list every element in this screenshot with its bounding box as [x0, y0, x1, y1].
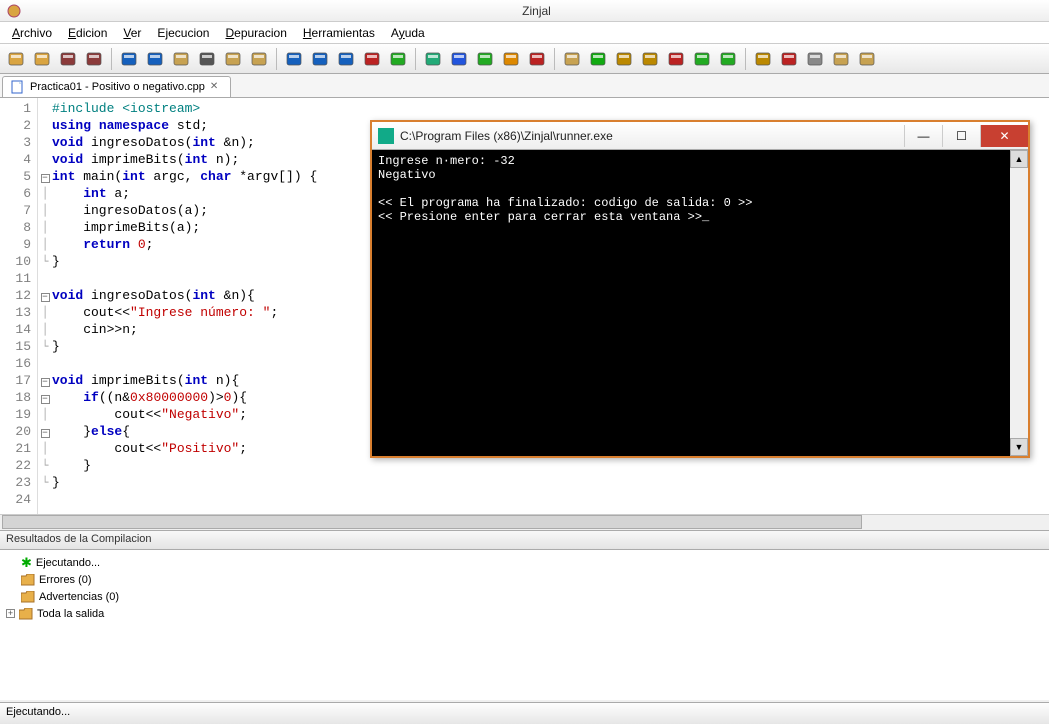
menu-ejecucion[interactable]: Ejecucion	[149, 24, 217, 42]
results-panel: ✱ Ejecutando... Errores (0) Advertencias (0…	[0, 550, 1049, 700]
console-minimize-button[interactable]: —	[904, 125, 942, 147]
results-row[interactable]: Advertencias (0)	[6, 588, 1043, 605]
console-icon	[378, 128, 394, 144]
tab-file[interactable]: Practica01 - Positivo o negativo.cpp ✕	[2, 76, 231, 97]
tab-close-icon[interactable]: ✕	[210, 81, 222, 93]
save-all-icon[interactable]	[82, 47, 106, 71]
cut-icon[interactable]	[195, 47, 219, 71]
copy-icon[interactable]	[169, 47, 193, 71]
menu-archivo[interactable]: Archivo	[4, 24, 60, 42]
window-titlebar: Zinjal	[0, 0, 1049, 22]
menu-edicion[interactable]: Edicion	[60, 24, 115, 42]
mail-icon[interactable]	[829, 47, 853, 71]
template-icon[interactable]	[560, 47, 584, 71]
scroll-up-icon[interactable]: ▲	[1010, 150, 1028, 168]
hash-icon[interactable]	[421, 47, 445, 71]
results-row[interactable]: Errores (0)	[6, 571, 1043, 588]
book-green-icon[interactable]	[386, 47, 410, 71]
console-titlebar[interactable]: C:\Program Files (x86)\Zinjal\runner.exe…	[372, 122, 1028, 150]
running-icon: ✱	[21, 555, 32, 571]
console-maximize-button[interactable]: ☐	[942, 125, 980, 147]
results-label: Advertencias (0)	[39, 591, 119, 603]
undo-icon[interactable]	[117, 47, 141, 71]
scroll-down-icon[interactable]: ▼	[1010, 438, 1028, 456]
app-icon	[6, 3, 22, 19]
tab-label: Practica01 - Positivo o negativo.cpp	[30, 81, 205, 93]
folder-icon	[21, 591, 35, 603]
books-blue-icon[interactable]	[447, 47, 471, 71]
settings-icon[interactable]	[803, 47, 827, 71]
save-file-icon[interactable]	[56, 47, 80, 71]
console-output[interactable]: Ingrese n·mero: -32 Negativo << El progr…	[372, 150, 1010, 456]
help-icon[interactable]	[855, 47, 879, 71]
menubar: ArchivoEdicionVerEjecucionDepuracionHerr…	[0, 22, 1049, 44]
folder-icon	[21, 574, 35, 586]
window-title: Zinjal	[30, 4, 1043, 18]
menu-depuracion[interactable]: Depuracion	[217, 24, 294, 42]
statusbar: Ejecutando...	[0, 702, 1049, 724]
results-panel-title: Resultados de la Compilacion	[0, 530, 1049, 550]
editor-hscrollbar[interactable]	[0, 514, 1049, 530]
books-red-icon[interactable]	[525, 47, 549, 71]
menu-ayuda[interactable]: Ayuda	[383, 24, 433, 42]
books-orange-icon[interactable]	[499, 47, 523, 71]
run-icon[interactable]	[586, 47, 610, 71]
cpp-file-icon	[11, 80, 25, 94]
new-file-icon[interactable]	[4, 47, 28, 71]
console-close-button[interactable]: ✕	[980, 125, 1028, 147]
debug-icon[interactable]	[612, 47, 636, 71]
paste-icon[interactable]	[221, 47, 245, 71]
results-label: Toda la salida	[37, 608, 104, 620]
console-title-text: C:\Program Files (x86)\Zinjal\runner.exe	[400, 129, 904, 143]
tabbar: Practica01 - Positivo o negativo.cpp ✕	[0, 74, 1049, 98]
console-vscrollbar[interactable]: ▲ ▼	[1010, 150, 1028, 456]
status-text: Ejecutando...	[6, 706, 70, 718]
bookmark-icon[interactable]	[334, 47, 358, 71]
tools-icon[interactable]	[777, 47, 801, 71]
toolbar	[0, 44, 1049, 74]
breakpoint-icon[interactable]	[664, 47, 688, 71]
folder-icon	[19, 608, 33, 620]
menu-ver[interactable]: Ver	[115, 24, 149, 42]
check-icon[interactable]	[751, 47, 775, 71]
results-row[interactable]: +Toda la salida	[6, 605, 1043, 622]
redo-icon[interactable]	[143, 47, 167, 71]
goto-func-icon[interactable]	[282, 47, 306, 71]
open-file-icon[interactable]	[30, 47, 54, 71]
watch-icon[interactable]	[716, 47, 740, 71]
books-green-icon[interactable]	[473, 47, 497, 71]
memory-icon[interactable]	[690, 47, 714, 71]
find-symbol-icon[interactable]	[308, 47, 332, 71]
results-label: Ejecutando...	[36, 557, 100, 569]
step-icon[interactable]	[638, 47, 662, 71]
results-label: Errores (0)	[39, 574, 92, 586]
find-icon[interactable]	[247, 47, 271, 71]
console-window[interactable]: C:\Program Files (x86)\Zinjal\runner.exe…	[370, 120, 1030, 458]
menu-herramientas[interactable]: Herramientas	[295, 24, 383, 42]
fold-column[interactable]: −││││└−││└−−│−│└└	[38, 98, 52, 514]
book-red-icon[interactable]	[360, 47, 384, 71]
results-row[interactable]: ✱ Ejecutando...	[6, 554, 1043, 571]
line-number-gutter: 123456789101112131415161718192021222324	[0, 98, 38, 514]
